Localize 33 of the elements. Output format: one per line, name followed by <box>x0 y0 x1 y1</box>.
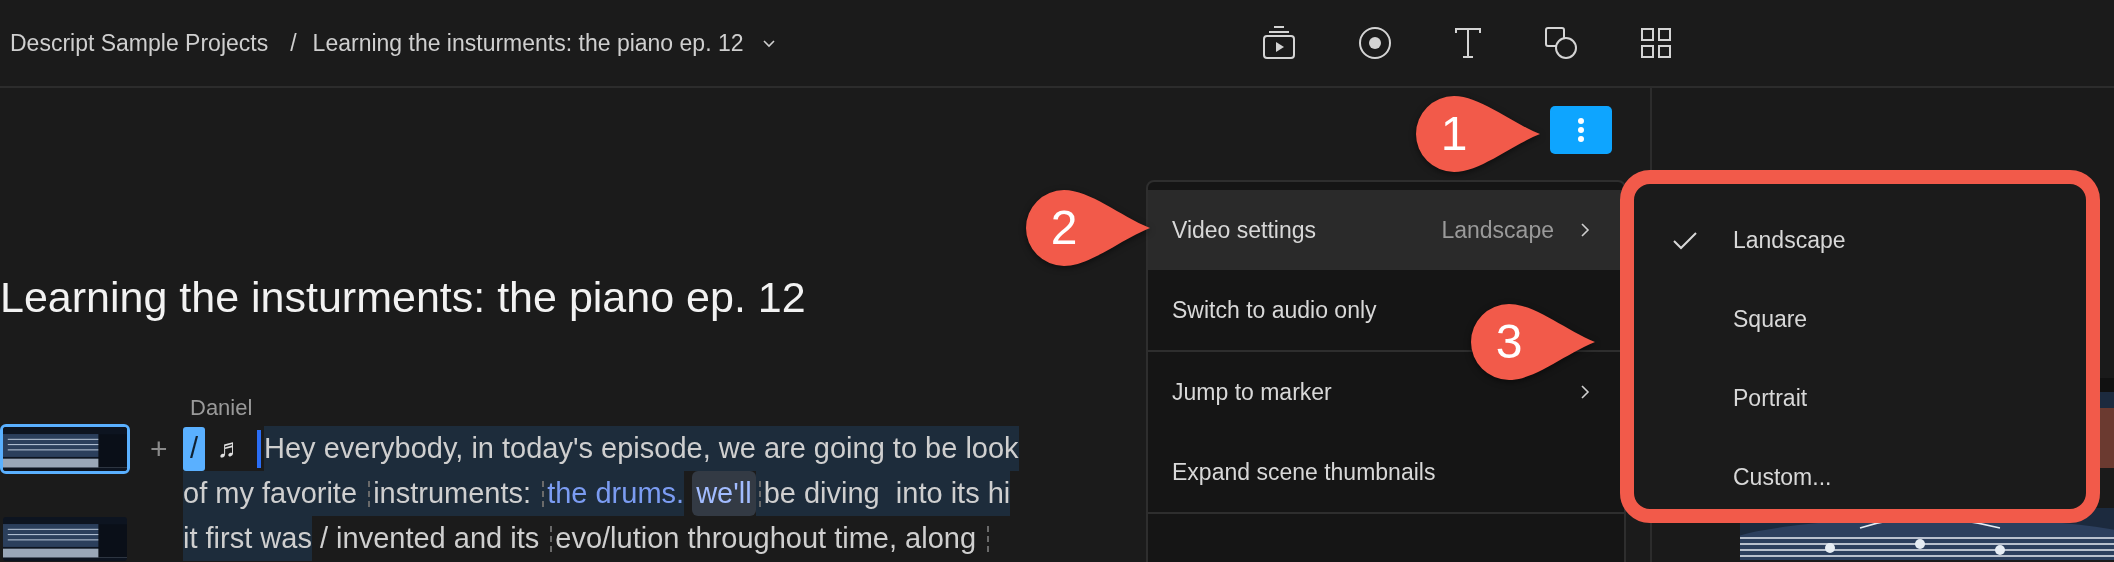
record-icon[interactable] <box>1358 26 1392 60</box>
caret-icon[interactable] <box>761 38 776 48</box>
menu-item[interactable]: Portrait <box>1634 359 2086 438</box>
transcript-text: Hey everybody, in today's episode, we are going to be look <box>264 426 1019 471</box>
speaker-name: Daniel <box>190 395 253 421</box>
shapes-icon[interactable] <box>1544 26 1578 60</box>
grid-icon[interactable] <box>1640 27 1672 59</box>
transcript-text: instruments: <box>373 471 540 516</box>
add-button[interactable]: + <box>150 431 168 466</box>
media-icon[interactable] <box>1262 25 1296 61</box>
transcript-text: / invented and its <box>318 521 541 556</box>
project-link[interactable]: Descript Sample Projects <box>10 29 269 57</box>
menu-item[interactable]: Switch to audio only <box>1148 270 1401 350</box>
highlighted-text[interactable]: the drums. <box>547 471 685 516</box>
text-cursor <box>257 429 261 468</box>
breadcrumb-separator: / <box>290 29 297 57</box>
menu-item[interactable]: Expand scene thumbnails <box>1148 432 1460 512</box>
menu-item[interactable]: Square <box>1634 280 2086 359</box>
text-icon[interactable] <box>1454 27 1482 59</box>
menu-item[interactable]: Landscape <box>1634 201 2086 280</box>
transcript-text: evo/lution throughout time, along <box>555 521 978 556</box>
scene-thumbnail[interactable] <box>0 423 130 474</box>
project-title[interactable]: Learning the insturments: the piano ep. 12 <box>312 29 744 57</box>
marker-chip[interactable]: / <box>183 426 205 471</box>
transcript-text: it first was <box>183 516 312 561</box>
menu-item[interactable]: Custom... <box>1634 438 2086 517</box>
highlighted-word[interactable]: we'll <box>692 471 756 516</box>
transcript-text: of my favorite <box>183 471 366 516</box>
document-title: Learning the insturments: the piano ep. 12 <box>0 272 806 323</box>
music-note: ♬ <box>217 433 243 464</box>
more-icon <box>1577 117 1585 143</box>
menu-item[interactable]: Video settings Landscape <box>1148 190 1624 270</box>
transcript-text: be diving into its hi <box>763 471 1011 516</box>
